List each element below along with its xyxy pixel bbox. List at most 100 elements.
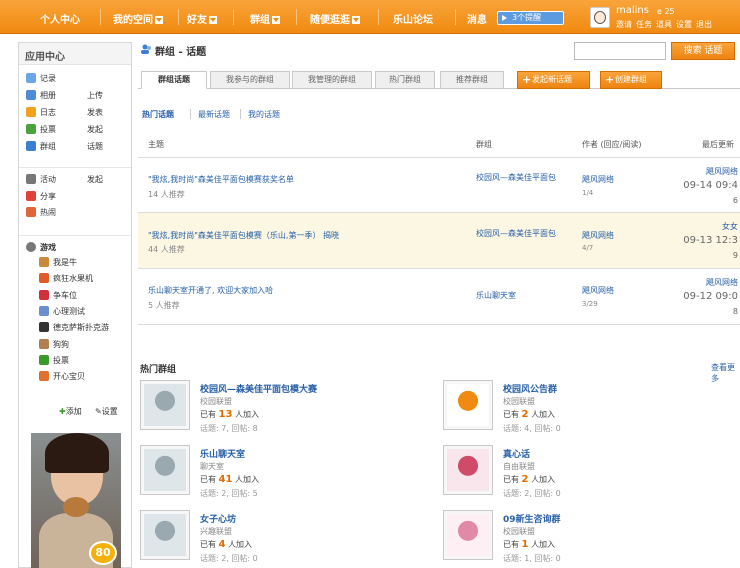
sidebar-item-photo[interactable]: 相册	[26, 90, 56, 101]
subtab-hot-topics[interactable]: 热门话题	[142, 109, 174, 120]
nav-forum[interactable]: 乐山论坛	[393, 11, 433, 26]
last-update-user-link[interactable]: 飓风网络	[706, 166, 738, 177]
group-stats: 话题: 7, 回帖: 8	[200, 424, 258, 433]
topic-author-link[interactable]: 飓风网络	[582, 285, 614, 296]
sidebar-item-journal[interactable]: 日志	[26, 107, 56, 118]
game-item-car[interactable]: 争车位	[39, 289, 77, 301]
game-item-label: 开心宝贝	[53, 372, 85, 382]
sidebar-item-action[interactable]: 上传	[87, 90, 103, 101]
group-category: 校园联盟	[200, 397, 232, 406]
nav-browse[interactable]: 随便逛逛	[310, 11, 360, 26]
topic-author-link[interactable]: 飓风网络	[582, 174, 614, 185]
game-item-cow[interactable]: 我是牛	[39, 257, 77, 268]
topic-group-link[interactable]: 校园风—森美佳平面包	[476, 227, 566, 241]
user-name-link[interactable]: malins	[616, 5, 649, 16]
nav-divider	[296, 9, 297, 25]
view-more-link[interactable]: 查看更多	[711, 362, 740, 384]
sidebar-item-action[interactable]: 发起	[87, 124, 103, 135]
topic-title-link[interactable]: "我炫,我时尚"森美佳平面包模赛获奖名单	[148, 174, 294, 185]
user-face-icon	[594, 11, 606, 24]
sidebar-item-fire[interactable]: 热闹	[26, 207, 56, 218]
tab-group-topics[interactable]: 群组话题	[141, 71, 207, 89]
tab-recommended-groups[interactable]: 推荐群组	[440, 71, 504, 89]
nav-messages[interactable]: 消息	[467, 11, 487, 26]
create-group-button[interactable]: + 创建群组	[600, 71, 662, 89]
nav-friends[interactable]: 好友	[187, 11, 217, 26]
sidebar-settings-link[interactable]: ✎设置	[95, 406, 118, 417]
sidebar-item-chat-bubble[interactable]: 记录	[26, 73, 56, 84]
game-item-poker[interactable]: 德克萨斯扑克游	[39, 322, 109, 333]
page-title: 群组 - 话题	[155, 47, 207, 58]
group-name-link[interactable]: 真心话	[503, 447, 530, 460]
group-name-link[interactable]: 校园风—森美佳平面包模大赛	[200, 382, 317, 395]
group-name-link[interactable]: 乐山聊天室	[200, 447, 245, 460]
sidebar-item-calendar[interactable]: 活动	[26, 174, 56, 185]
add-app-link[interactable]: ✚添加	[59, 406, 82, 417]
group-thumbnail[interactable]	[443, 380, 493, 430]
last-update-user-link[interactable]: 飓风网络	[706, 277, 738, 288]
group-name-link[interactable]: 女子心坊	[200, 512, 236, 525]
photo-icon	[26, 90, 36, 100]
game-item-bar-chart[interactable]: 投票	[39, 354, 69, 366]
group-stats: 话题: 1, 回帖: 0	[503, 554, 561, 563]
group-name-link[interactable]: 09新生咨询群	[503, 512, 561, 525]
nav-personal-center[interactable]: 个人中心	[40, 11, 80, 26]
sidebar-item-action[interactable]: 话题	[87, 141, 103, 152]
topic-author-link[interactable]: 飓风网络	[582, 230, 614, 241]
sidebar-item-action[interactable]: 发表	[87, 107, 103, 118]
group-category: 聊天室	[200, 462, 224, 471]
group-thumbnail[interactable]	[443, 510, 493, 560]
level-badge: 80	[89, 541, 117, 565]
user-score: e 25	[657, 7, 675, 16]
game-item-label: 心理测试	[53, 306, 85, 316]
sidebar-item-heart[interactable]: 分享	[26, 191, 56, 202]
sidebar-item-label: 记录	[40, 74, 56, 83]
topic-recommend-count: 14 人推荐	[148, 190, 185, 199]
flowers-icon	[447, 449, 489, 491]
sidebar-item-action[interactable]: 发起	[87, 174, 103, 185]
group-name-link[interactable]: 校园风公告群	[503, 382, 557, 395]
logout-link[interactable]: 退出	[696, 20, 712, 29]
invite-link[interactable]: 邀请	[616, 20, 632, 29]
sidebar-item-group[interactable]: 群组	[26, 141, 56, 152]
game-item-flask[interactable]: 心理测试	[39, 305, 85, 317]
hot-groups-title: 热门群组	[140, 365, 177, 375]
sidebar-item-poll[interactable]: 投票	[26, 124, 56, 135]
subtab-latest-topics[interactable]: 最新话题	[198, 109, 230, 120]
new-topic-button[interactable]: + 发起新话题	[517, 71, 590, 89]
last-update-user-link[interactable]: 女女	[722, 221, 738, 232]
sidebar-divider	[19, 167, 131, 168]
props-link[interactable]: 道具	[656, 20, 672, 29]
group-thumbnail[interactable]	[140, 510, 190, 560]
task-link[interactable]: 任务	[636, 20, 652, 29]
megaphone-icon	[447, 384, 489, 426]
nav-divider	[233, 9, 234, 25]
group-thumbnail[interactable]	[140, 445, 190, 495]
settings-link[interactable]: 设置	[676, 20, 692, 29]
member-prefix: 已有	[200, 475, 216, 484]
subtab-my-topics[interactable]: 我的话题	[248, 109, 280, 120]
nav-my-space[interactable]: 我的空间	[113, 11, 163, 26]
tab-hot-groups[interactable]: 热门群组	[375, 71, 435, 89]
profile-photo[interactable]: 80	[31, 433, 121, 568]
tab-managed-groups[interactable]: 我管理的群组	[292, 71, 372, 89]
sidebar-title: 应用中心	[19, 43, 131, 65]
game-item-baby[interactable]: 开心宝贝	[39, 371, 85, 382]
member-prefix: 已有	[200, 540, 216, 549]
group-thumbnail[interactable]	[140, 380, 190, 430]
avatar[interactable]	[590, 7, 610, 28]
group-thumbnail[interactable]	[443, 445, 493, 495]
topic-title-link[interactable]: "我炫,我时尚"森美佳平面包模赛（乐山,第一季） 揭晓	[148, 230, 339, 241]
topic-group-link[interactable]: 乐山聊天室	[476, 289, 566, 303]
game-item-dog[interactable]: 狗狗	[39, 338, 69, 350]
search-button[interactable]: 搜索 话题	[671, 42, 735, 60]
topic-group-link[interactable]: 校园风—森美佳平面包	[476, 171, 566, 185]
topic-title-link[interactable]: 乐山聊天室开通了, 欢迎大家加入哈	[148, 285, 273, 296]
game-item-label: 我是牛	[53, 258, 77, 267]
nav-groups[interactable]: 群组	[250, 11, 280, 26]
game-item-fruit[interactable]: 疯狂水果机	[39, 273, 93, 284]
reminder-button[interactable]: 3个提醒	[497, 11, 564, 25]
tab-joined-groups[interactable]: 我参与的群组	[210, 71, 290, 89]
gamepad-icon	[26, 242, 36, 252]
search-input[interactable]	[574, 42, 666, 60]
